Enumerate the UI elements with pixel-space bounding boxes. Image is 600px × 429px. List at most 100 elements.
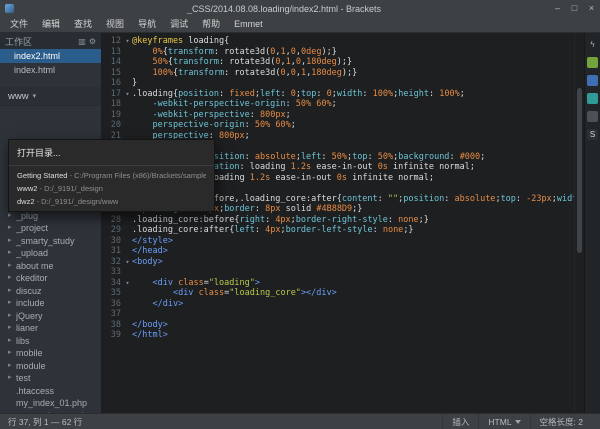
code-line[interactable]: 33: [101, 267, 574, 278]
insert-mode-toggle[interactable]: 插入: [442, 414, 478, 429]
line-number[interactable]: 32: [101, 257, 123, 268]
code-line[interactable]: 29.loading_core:after{left: 4px;border-l…: [101, 225, 574, 236]
open-file-item[interactable]: index.html: [0, 63, 101, 77]
code-line[interactable]: 18 -webkit-perspective-origin: 50% 60%;: [101, 99, 574, 110]
code-editor[interactable]: 12▾@keyframes loading{13 0%{transform: r…: [101, 33, 574, 413]
line-number[interactable]: 31: [101, 246, 123, 257]
line-number[interactable]: 17: [101, 89, 123, 100]
indent-setting[interactable]: 空格长度: 2: [530, 414, 592, 429]
tree-item[interactable]: my_index_01.php: [0, 397, 101, 410]
fold-icon[interactable]: ▾: [123, 36, 132, 47]
line-number[interactable]: 29: [101, 225, 123, 236]
line-number[interactable]: 35: [101, 288, 123, 299]
code-line[interactable]: 37: [101, 309, 574, 320]
tree-item[interactable]: ▸_upload: [0, 247, 101, 260]
project-dropdown-toggle[interactable]: www ▾: [0, 87, 101, 106]
open-file-item[interactable]: index2.html: [0, 49, 101, 63]
tree-item[interactable]: ▸_smarty_study: [0, 235, 101, 248]
line-number[interactable]: 30: [101, 236, 123, 247]
line-number[interactable]: 33: [101, 267, 123, 278]
language-selector[interactable]: HTML: [478, 414, 529, 429]
menu-item[interactable]: 文件: [3, 17, 35, 32]
code-token: [132, 47, 152, 57]
tree-item[interactable]: ▸about me: [0, 260, 101, 273]
fold-icon[interactable]: ▾: [123, 257, 132, 268]
code-line[interactable]: 35 <div class="loading_core"></div>: [101, 288, 574, 299]
code-token: .loading_core:before{: [132, 215, 239, 225]
code-line[interactable]: 19 -webkit-perspective: 800px;: [101, 110, 574, 121]
line-number[interactable]: 16: [101, 78, 123, 89]
open-folder-menu-item[interactable]: 打开目录...: [9, 143, 214, 163]
split-view-icon[interactable]: ▥: [78, 37, 86, 46]
line-number[interactable]: 20: [101, 120, 123, 131]
menu-item[interactable]: 帮助: [195, 17, 227, 32]
line-number[interactable]: 18: [101, 99, 123, 110]
line-number[interactable]: 15: [101, 68, 123, 79]
menu-item[interactable]: 调试: [163, 17, 195, 32]
line-number[interactable]: 13: [101, 47, 123, 58]
code-line[interactable]: 15 100%{transform: rotate3d(0,0,1,180deg…: [101, 68, 574, 79]
menu-item[interactable]: 查找: [67, 17, 99, 32]
recent-folder-name: www2: [17, 184, 37, 193]
line-number[interactable]: 36: [101, 299, 123, 310]
scrollbar-thumb[interactable]: [577, 88, 582, 253]
minimize-icon[interactable]: –: [549, 1, 566, 16]
tree-item[interactable]: .htaccess: [0, 385, 101, 398]
tree-item[interactable]: ▸module: [0, 360, 101, 373]
recent-folder-item[interactable]: www2 - D:/_9191/_design: [9, 182, 214, 195]
tree-item[interactable]: ▸mobile: [0, 347, 101, 360]
fold-icon[interactable]: ▾: [123, 278, 132, 289]
tree-item[interactable]: ▸jQuery: [0, 310, 101, 323]
code-line[interactable]: 31</head>: [101, 246, 574, 257]
tree-item[interactable]: ▸_project: [0, 222, 101, 235]
menu-item[interactable]: 编辑: [35, 17, 67, 32]
recent-folder-name: dwz2: [17, 197, 35, 206]
gear-icon[interactable]: ⚙: [89, 37, 96, 46]
maximize-icon[interactable]: □: [566, 1, 583, 16]
code-line[interactable]: 16}: [101, 78, 574, 89]
code-line[interactable]: 38</body>: [101, 320, 574, 331]
line-number[interactable]: 28: [101, 215, 123, 226]
code-line[interactable]: 17▾.loading{position: fixed;left: 0;top:…: [101, 89, 574, 100]
tree-item[interactable]: ▸ckeditor: [0, 272, 101, 285]
code-line[interactable]: 32▾<body>: [101, 257, 574, 268]
line-number[interactable]: 12: [101, 36, 123, 47]
menu-item[interactable]: 视图: [99, 17, 131, 32]
extension-blue-icon[interactable]: [587, 75, 598, 86]
extension-green-icon[interactable]: [587, 57, 598, 68]
extension-gray-icon[interactable]: [587, 111, 598, 122]
extension-teal-icon[interactable]: [587, 93, 598, 104]
line-number[interactable]: 38: [101, 320, 123, 331]
code-line[interactable]: 14 50%{transform: rotate3d(0,1,0,180deg)…: [101, 57, 574, 68]
code-line[interactable]: 34▾ <div class="loading">: [101, 278, 574, 289]
recent-folder-item[interactable]: Getting Started - C:/Program Files (x86)…: [9, 169, 214, 182]
tree-item[interactable]: ▸discuz: [0, 285, 101, 298]
editor-scrollbar[interactable]: [574, 33, 584, 413]
line-number[interactable]: 19: [101, 110, 123, 121]
tree-item[interactable]: ▸lianer: [0, 322, 101, 335]
code-line[interactable]: 12▾@keyframes loading{: [101, 36, 574, 47]
code-line[interactable]: 13 0%{transform: rotate3d(0,1,0,0deg);}: [101, 47, 574, 58]
line-number[interactable]: 14: [101, 57, 123, 68]
recent-folder-item[interactable]: dwz2 - D:/_9191/_design/www: [9, 195, 214, 208]
line-number[interactable]: 37: [101, 309, 123, 320]
code-text: 100%{transform: rotate3d(0,0,1,180deg);}: [132, 68, 574, 79]
code-token: "": [388, 194, 398, 204]
tree-item[interactable]: ▸test: [0, 372, 101, 385]
tree-item[interactable]: ▸include: [0, 297, 101, 310]
fold-icon[interactable]: ▾: [123, 89, 132, 100]
line-number[interactable]: 39: [101, 330, 123, 341]
code-line[interactable]: 28.loading_core:before{right: 4px;border…: [101, 215, 574, 226]
tree-item[interactable]: ▸libs: [0, 335, 101, 348]
menu-item[interactable]: Emmet: [227, 17, 270, 32]
close-icon[interactable]: ×: [583, 1, 600, 16]
tree-item[interactable]: my_study_test.php: [0, 410, 101, 414]
live-preview-icon[interactable]: ϟ: [587, 39, 598, 50]
code-line[interactable]: 36 </div>: [101, 299, 574, 310]
code-line[interactable]: 39</html>: [101, 330, 574, 341]
code-line[interactable]: 30</style>: [101, 236, 574, 247]
extension-s-icon[interactable]: S: [587, 129, 598, 140]
menu-item[interactable]: 导航: [131, 17, 163, 32]
code-line[interactable]: 20 perspective-origin: 50% 60%;: [101, 120, 574, 131]
line-number[interactable]: 34: [101, 278, 123, 289]
